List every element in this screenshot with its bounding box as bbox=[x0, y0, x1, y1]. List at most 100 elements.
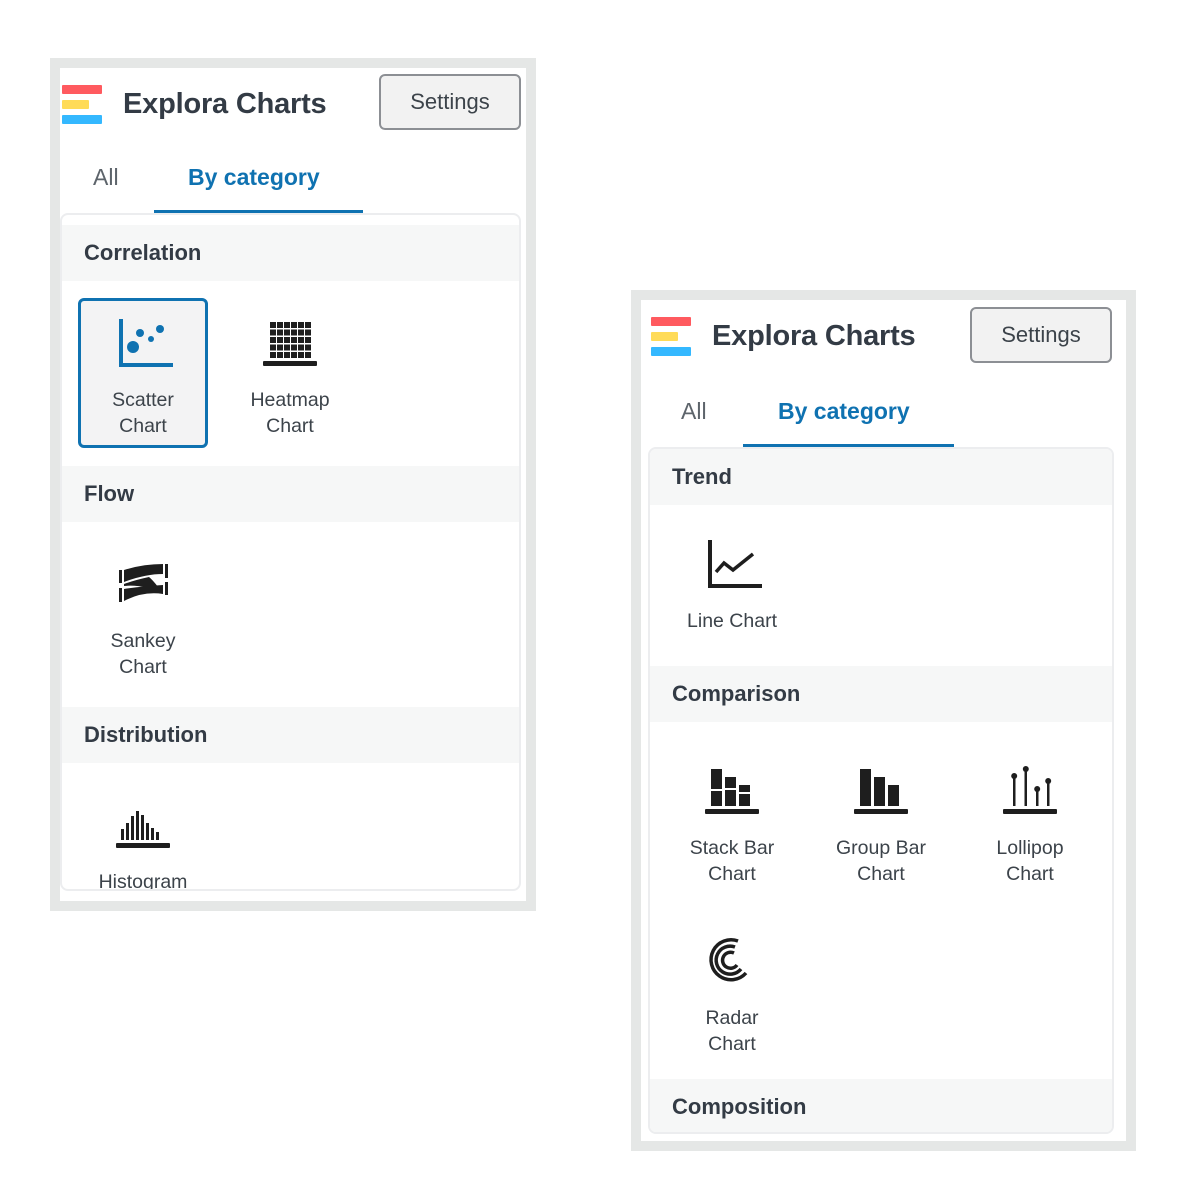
chart-option-line[interactable]: Line Chart bbox=[667, 519, 797, 669]
section-header-flow: Flow bbox=[62, 466, 519, 522]
heatmap-cell bbox=[291, 329, 297, 336]
label-line-2: Chart bbox=[708, 1033, 756, 1055]
chart-option-scatter[interactable]: Scatter Chart bbox=[78, 298, 208, 448]
chart-option-histogram[interactable]: Histogram bbox=[78, 780, 208, 891]
heatmap-cell bbox=[298, 344, 304, 351]
section-header-distribution: Distribution bbox=[62, 707, 519, 763]
logo-bar-red bbox=[651, 317, 691, 326]
label-line-1: Line Chart bbox=[687, 610, 777, 632]
explora-logo-icon bbox=[62, 85, 104, 125]
label-line-1: Stack Bar bbox=[689, 837, 775, 859]
panel-header: Explora Charts Settings bbox=[60, 68, 526, 140]
app-title: Explora Charts bbox=[123, 88, 327, 120]
chart-option-label: Heatmap Chart bbox=[228, 387, 352, 439]
chart-picker-panel-right: Explora Charts Settings All By category … bbox=[631, 290, 1136, 1151]
heatmap-cell bbox=[277, 322, 283, 328]
heatmap-cell bbox=[284, 352, 290, 358]
heatmap-cell bbox=[305, 344, 311, 351]
heatmap-chart-icon bbox=[263, 322, 317, 366]
label-line-2: Chart bbox=[266, 415, 314, 437]
line-chart-icon bbox=[708, 540, 762, 588]
settings-button[interactable]: Settings bbox=[970, 307, 1112, 363]
group-bar-chart-icon bbox=[854, 769, 908, 814]
section-body-distribution: Histogram bbox=[62, 763, 519, 891]
label-line-2: Chart bbox=[119, 656, 167, 678]
chart-option-lollipop[interactable]: Lollipop Chart bbox=[965, 746, 1095, 896]
chart-picker-panel-left: Explora Charts Settings All By category … bbox=[50, 58, 536, 911]
heatmap-cell bbox=[284, 337, 290, 343]
panel-header: Explora Charts Settings bbox=[641, 300, 1126, 374]
section-header-trend: Trend bbox=[650, 449, 1112, 505]
section-body-trend: Line Chart bbox=[650, 505, 1112, 666]
logo-bar-yellow bbox=[62, 100, 89, 109]
heatmap-cell bbox=[291, 352, 297, 358]
section-header-composition: Composition bbox=[650, 1079, 1112, 1132]
heatmap-cell bbox=[284, 344, 290, 351]
chart-option-sankey[interactable]: Sankey Chart bbox=[78, 539, 208, 689]
tab-bar: All By category bbox=[60, 140, 526, 213]
tab-by-category[interactable]: By category bbox=[778, 398, 910, 425]
heatmap-cell bbox=[270, 322, 276, 328]
sankey-chart-icon bbox=[119, 564, 168, 602]
section-header-correlation: Correlation bbox=[62, 225, 519, 281]
logo-bar-blue bbox=[62, 115, 102, 124]
label-line-2: Chart bbox=[1006, 863, 1054, 885]
tab-all[interactable]: All bbox=[93, 164, 119, 191]
panel-body: Explora Charts Settings All By category … bbox=[60, 68, 526, 901]
chart-option-label: Scatter Chart bbox=[81, 387, 205, 439]
logo-bar-blue bbox=[651, 347, 691, 356]
label-line-1: Lollipop bbox=[996, 837, 1064, 859]
panel-body: Explora Charts Settings All By category … bbox=[641, 300, 1126, 1141]
heatmap-cell bbox=[291, 344, 297, 351]
chart-category-list[interactable]: Trend Line Chart Comparison Stack Bar Ch… bbox=[648, 447, 1114, 1134]
app-title: Explora Charts bbox=[712, 320, 916, 352]
chart-option-label: Radar Chart bbox=[670, 1005, 794, 1057]
explora-logo-icon bbox=[651, 317, 693, 357]
heatmap-cell bbox=[291, 322, 297, 328]
chart-option-label: Stack Bar Chart bbox=[670, 835, 794, 887]
chart-category-list[interactable]: Correlation Scatter Chart Heatmap Chart … bbox=[60, 213, 521, 891]
label-line-1: Sankey bbox=[110, 630, 176, 652]
label-line-1: Heatmap bbox=[250, 389, 330, 411]
heatmap-cell bbox=[298, 337, 304, 343]
heatmap-cell bbox=[277, 352, 283, 358]
tab-all[interactable]: All bbox=[681, 398, 707, 425]
chart-option-group-bar[interactable]: Group Bar Chart bbox=[816, 746, 946, 896]
heatmap-cell bbox=[284, 329, 290, 336]
chart-option-radar[interactable]: Radar Chart bbox=[667, 916, 797, 1066]
label-line-1: Histogram bbox=[98, 871, 188, 891]
heatmap-cell bbox=[305, 352, 311, 358]
heatmap-cell bbox=[305, 329, 311, 336]
heatmap-cell bbox=[291, 337, 297, 343]
section-body-comparison: Stack Bar Chart Group Bar Chart Lollipop… bbox=[650, 722, 1112, 1079]
heatmap-cell bbox=[298, 322, 304, 328]
radar-chart-icon bbox=[709, 938, 748, 982]
heatmap-cell bbox=[270, 329, 276, 336]
heatmap-cell bbox=[277, 329, 283, 336]
lollipop-chart-icon bbox=[1003, 766, 1057, 814]
settings-button[interactable]: Settings bbox=[379, 74, 521, 130]
heatmap-cell bbox=[298, 352, 304, 358]
logo-bar-yellow bbox=[651, 332, 678, 341]
scatter-chart-icon bbox=[119, 319, 173, 367]
label-line-1: Group Bar bbox=[836, 837, 926, 859]
heatmap-cell bbox=[305, 322, 311, 328]
logo-bar-red bbox=[62, 85, 102, 94]
tab-bar: All By category bbox=[641, 374, 1126, 447]
heatmap-cell bbox=[270, 352, 276, 358]
label-line-2: Chart bbox=[119, 415, 167, 437]
chart-option-label: Sankey Chart bbox=[81, 628, 205, 680]
stack-bar-chart-icon bbox=[705, 769, 759, 814]
chart-option-label: Lollipop Chart bbox=[968, 835, 1092, 887]
histogram-icon bbox=[116, 811, 170, 848]
heatmap-cell bbox=[284, 322, 290, 328]
label-line-2: Chart bbox=[857, 863, 905, 885]
tab-by-category[interactable]: By category bbox=[188, 164, 320, 191]
section-body-flow: Sankey Chart bbox=[62, 522, 519, 707]
heatmap-cell bbox=[270, 344, 276, 351]
chart-option-stack-bar[interactable]: Stack Bar Chart bbox=[667, 746, 797, 896]
heatmap-cell bbox=[305, 337, 311, 343]
chart-option-heatmap[interactable]: Heatmap Chart bbox=[225, 298, 355, 448]
heatmap-cell bbox=[277, 337, 283, 343]
chart-option-label: Line Chart bbox=[670, 608, 794, 634]
